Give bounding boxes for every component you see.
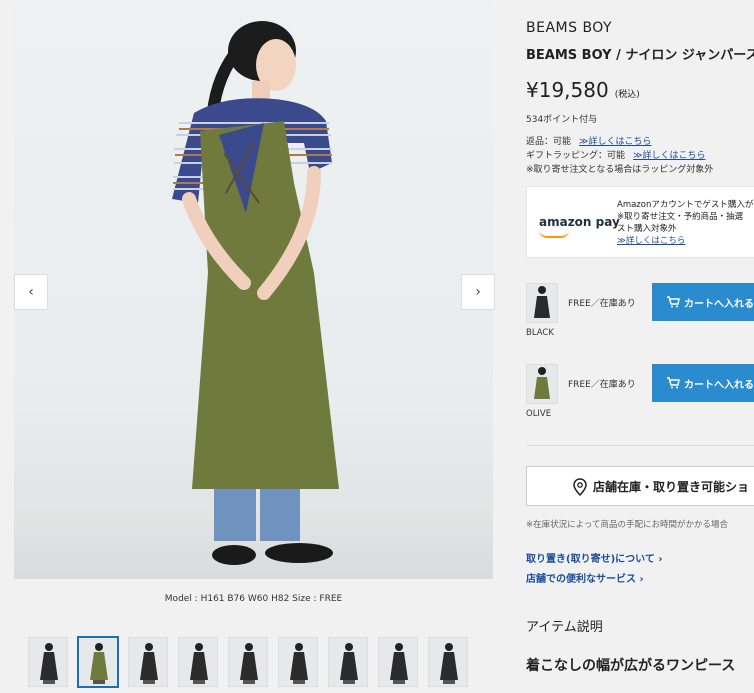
- variant-olive-figure: [534, 367, 550, 399]
- store-stock-label: 店舗在庫・取り置き可能ショ: [593, 479, 750, 494]
- thumbnail-2[interactable]: [77, 636, 119, 688]
- thumbnail-figure: [190, 643, 208, 684]
- returns-info: 返品：可能 ≫詳しくはこちら: [526, 134, 651, 147]
- chevron-right-icon: ›: [475, 284, 481, 300]
- amazon-pay-line2: ※取り寄せ注文・予約商品・抽選: [617, 212, 744, 222]
- wrapping-label: ギフトラッピング：可能: [526, 151, 626, 161]
- amazon-pay-text: Amazonアカウントでゲスト購入が ※取り寄せ注文・予約商品・抽選 スト購入対…: [617, 199, 754, 247]
- description-headline: 着こなしの幅が広がるワンピース: [526, 658, 736, 674]
- thumbnail-9[interactable]: [428, 637, 468, 687]
- product-info-panel: BEAMS BOY BEAMS BOY / ナイロン ジャンパース ¥19,58…: [526, 0, 754, 693]
- thumbnail-figure: [240, 643, 258, 684]
- divider: [526, 445, 754, 446]
- price: ¥19,580 (税込): [526, 78, 640, 102]
- returns-detail-link[interactable]: ≫詳しくはこちら: [579, 137, 651, 147]
- main-product-image[interactable]: [14, 3, 493, 579]
- model-illustration: [172, 21, 339, 565]
- gallery-prev-button[interactable]: ‹: [14, 274, 48, 310]
- variant-black-stock: FREE／在庫あり: [568, 299, 636, 309]
- add-to-cart-label: カートへ入れる: [684, 298, 754, 310]
- thumbnail-figure: [90, 643, 108, 684]
- product-title: BEAMS BOY / ナイロン ジャンパース: [526, 48, 754, 63]
- amazon-pay-line1: Amazonアカウントでゲスト購入が: [617, 200, 754, 210]
- thumbnail-5[interactable]: [228, 637, 268, 687]
- thumbnail-figure: [40, 643, 58, 684]
- variant-black-figure: [534, 286, 550, 318]
- variant-olive-stock: FREE／在庫あり: [568, 380, 636, 390]
- reservation-link[interactable]: 取り置き(取り寄せ)について ›: [526, 550, 662, 565]
- store-stock-button[interactable]: 店舗在庫・取り置き可能ショ: [526, 466, 754, 506]
- stock-note: ※在庫状況によって商品の手配にお時間がかかる場合: [526, 520, 728, 530]
- add-to-cart-olive-button[interactable]: カートへ入れる: [652, 364, 754, 402]
- amazon-smile-icon: [539, 230, 569, 238]
- cart-icon: [667, 377, 680, 389]
- brand-name[interactable]: BEAMS BOY: [526, 20, 612, 36]
- store-services-link[interactable]: 店舗での便利なサービス ›: [526, 570, 644, 585]
- thumbnail-figure: [440, 643, 458, 684]
- item-description-heading: アイテム説明: [526, 620, 603, 635]
- variant-black-name: BLACK: [526, 328, 554, 338]
- amazon-pay-line3: スト購入対象外: [617, 224, 677, 234]
- points-text: 534ポイント付与: [526, 115, 598, 125]
- add-to-cart-black-button[interactable]: カートへ入れる: [652, 283, 754, 321]
- variant-olive-image[interactable]: [526, 364, 558, 404]
- chevron-left-icon: ‹: [28, 284, 34, 300]
- thumbnail-1[interactable]: [28, 637, 68, 687]
- thumbnail-strip: [28, 636, 468, 688]
- cart-icon: [667, 296, 680, 308]
- price-value: ¥19,580: [526, 78, 609, 102]
- wrapping-detail-link[interactable]: ≫詳しくはこちら: [633, 151, 705, 161]
- thumbnail-6[interactable]: [278, 637, 318, 687]
- amazon-pay-detail-link[interactable]: ≫詳しくはこちら: [617, 236, 685, 246]
- wrapping-info: ギフトラッピング：可能 ≫詳しくはこちら: [526, 148, 705, 161]
- tax-label: (税込): [614, 90, 640, 100]
- variant-black-image[interactable]: [526, 283, 558, 323]
- thumbnail-figure: [340, 643, 358, 684]
- thumbnail-figure: [390, 643, 408, 684]
- amazon-pay-box[interactable]: amazon pay Amazonアカウントでゲスト購入が ※取り寄せ注文・予約…: [526, 186, 754, 258]
- thumbnail-figure: [140, 643, 158, 684]
- wrapping-note: ※取り寄せ注文となる場合はラッピング対象外: [526, 165, 714, 175]
- thumbnail-8[interactable]: [378, 637, 418, 687]
- model-size-caption: Model : H161 B76 W60 H82 Size : FREE: [164, 594, 343, 604]
- amazon-pay-logo: amazon pay: [539, 215, 620, 229]
- variant-olive-name: OLIVE: [526, 409, 552, 419]
- thumbnail-3[interactable]: [128, 637, 168, 687]
- returns-label: 返品：可能: [526, 137, 572, 147]
- thumbnail-4[interactable]: [178, 637, 218, 687]
- thumbnail-7[interactable]: [328, 637, 368, 687]
- add-to-cart-label: カートへ入れる: [684, 379, 754, 391]
- gallery-next-button[interactable]: ›: [461, 274, 495, 310]
- location-pin-icon: [573, 478, 587, 496]
- thumbnail-figure: [290, 643, 308, 684]
